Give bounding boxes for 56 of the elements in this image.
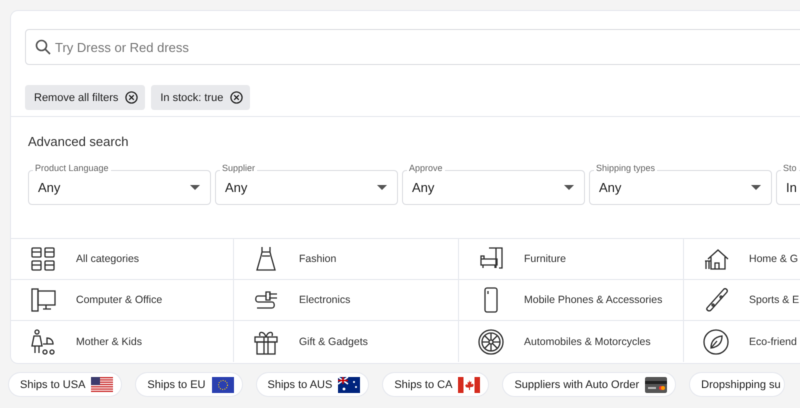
category-item[interactable]: Automobiles & Motorcycles (459, 321, 684, 362)
computer-icon (29, 286, 57, 314)
remove-icon (125, 91, 138, 104)
quick-filter-chip[interactable]: Ships to CA (382, 372, 490, 397)
caret-icon (564, 184, 574, 190)
field-label: Sto (781, 163, 799, 173)
category-item[interactable]: Computer & Office (11, 280, 234, 321)
category-item[interactable]: Furniture (459, 239, 684, 280)
category-label: Computer & Office (76, 294, 162, 306)
field-label: Product Language (33, 163, 111, 173)
quick-filter-chip[interactable]: Ships to USA (8, 372, 122, 397)
wheel-icon (477, 328, 505, 356)
category-label: Home & G (749, 253, 798, 265)
quick-filter-chip[interactable]: Ships to AUS (256, 372, 370, 397)
category-item[interactable]: Mother & Kids (11, 321, 234, 362)
eu-flag-icon (212, 376, 234, 392)
category-label: Furniture (524, 253, 566, 265)
remove-icon (230, 91, 244, 104)
us-flag-icon (91, 376, 114, 392)
canada-flag-icon (458, 376, 480, 392)
caret-icon (751, 184, 761, 190)
category-label: Mobile Phones & Accessories (524, 294, 662, 306)
category-label: Mother & Kids (76, 336, 142, 348)
caret-icon (190, 184, 200, 190)
category-label: Automobiles & Motorcycles (524, 336, 651, 348)
filter-chip[interactable]: In stock: true (151, 85, 250, 110)
category-item[interactable]: All categories (11, 239, 234, 280)
category-label: Electronics (299, 294, 350, 306)
category-label: Fashion (299, 253, 336, 265)
australia-flag-icon (338, 376, 360, 392)
category-label: Eco-friend (749, 336, 797, 348)
category-item[interactable]: Fashion (234, 239, 459, 280)
category-item[interactable]: Mobile Phones & Accessories (459, 280, 684, 321)
category-label: Gift & Gadgets (299, 336, 368, 348)
category-item[interactable]: Home & G (684, 239, 800, 280)
search-icon (35, 39, 51, 55)
caret-icon (377, 184, 387, 190)
category-item[interactable]: Eco-friend (684, 321, 800, 362)
category-item[interactable]: Electronics (234, 280, 459, 321)
category-label: All categories (76, 253, 140, 265)
field-label: Supplier (220, 163, 258, 173)
quick-filter-chip[interactable]: Dropshipping su (689, 372, 785, 397)
category-item[interactable]: Gift & Gadgets (234, 321, 459, 362)
field-label: Approve (407, 163, 445, 173)
quick-filter-chip[interactable]: Ships to EU (135, 372, 243, 397)
section-title: Advanced search (28, 134, 130, 149)
filter-chip[interactable]: Remove all filters (25, 85, 146, 110)
grid-icon (29, 245, 57, 273)
field-label: Shipping types (594, 163, 658, 173)
credit-card-icon (645, 376, 668, 392)
category-label: Sports & E (749, 294, 800, 306)
quick-filter-chip[interactable]: Suppliers with Auto Order (502, 372, 676, 397)
leaf-icon (702, 328, 730, 356)
search-field[interactable]: Try Dress or Red dress (25, 29, 800, 65)
stroller-icon (29, 328, 57, 356)
category-item[interactable]: Sports & E (684, 280, 800, 321)
